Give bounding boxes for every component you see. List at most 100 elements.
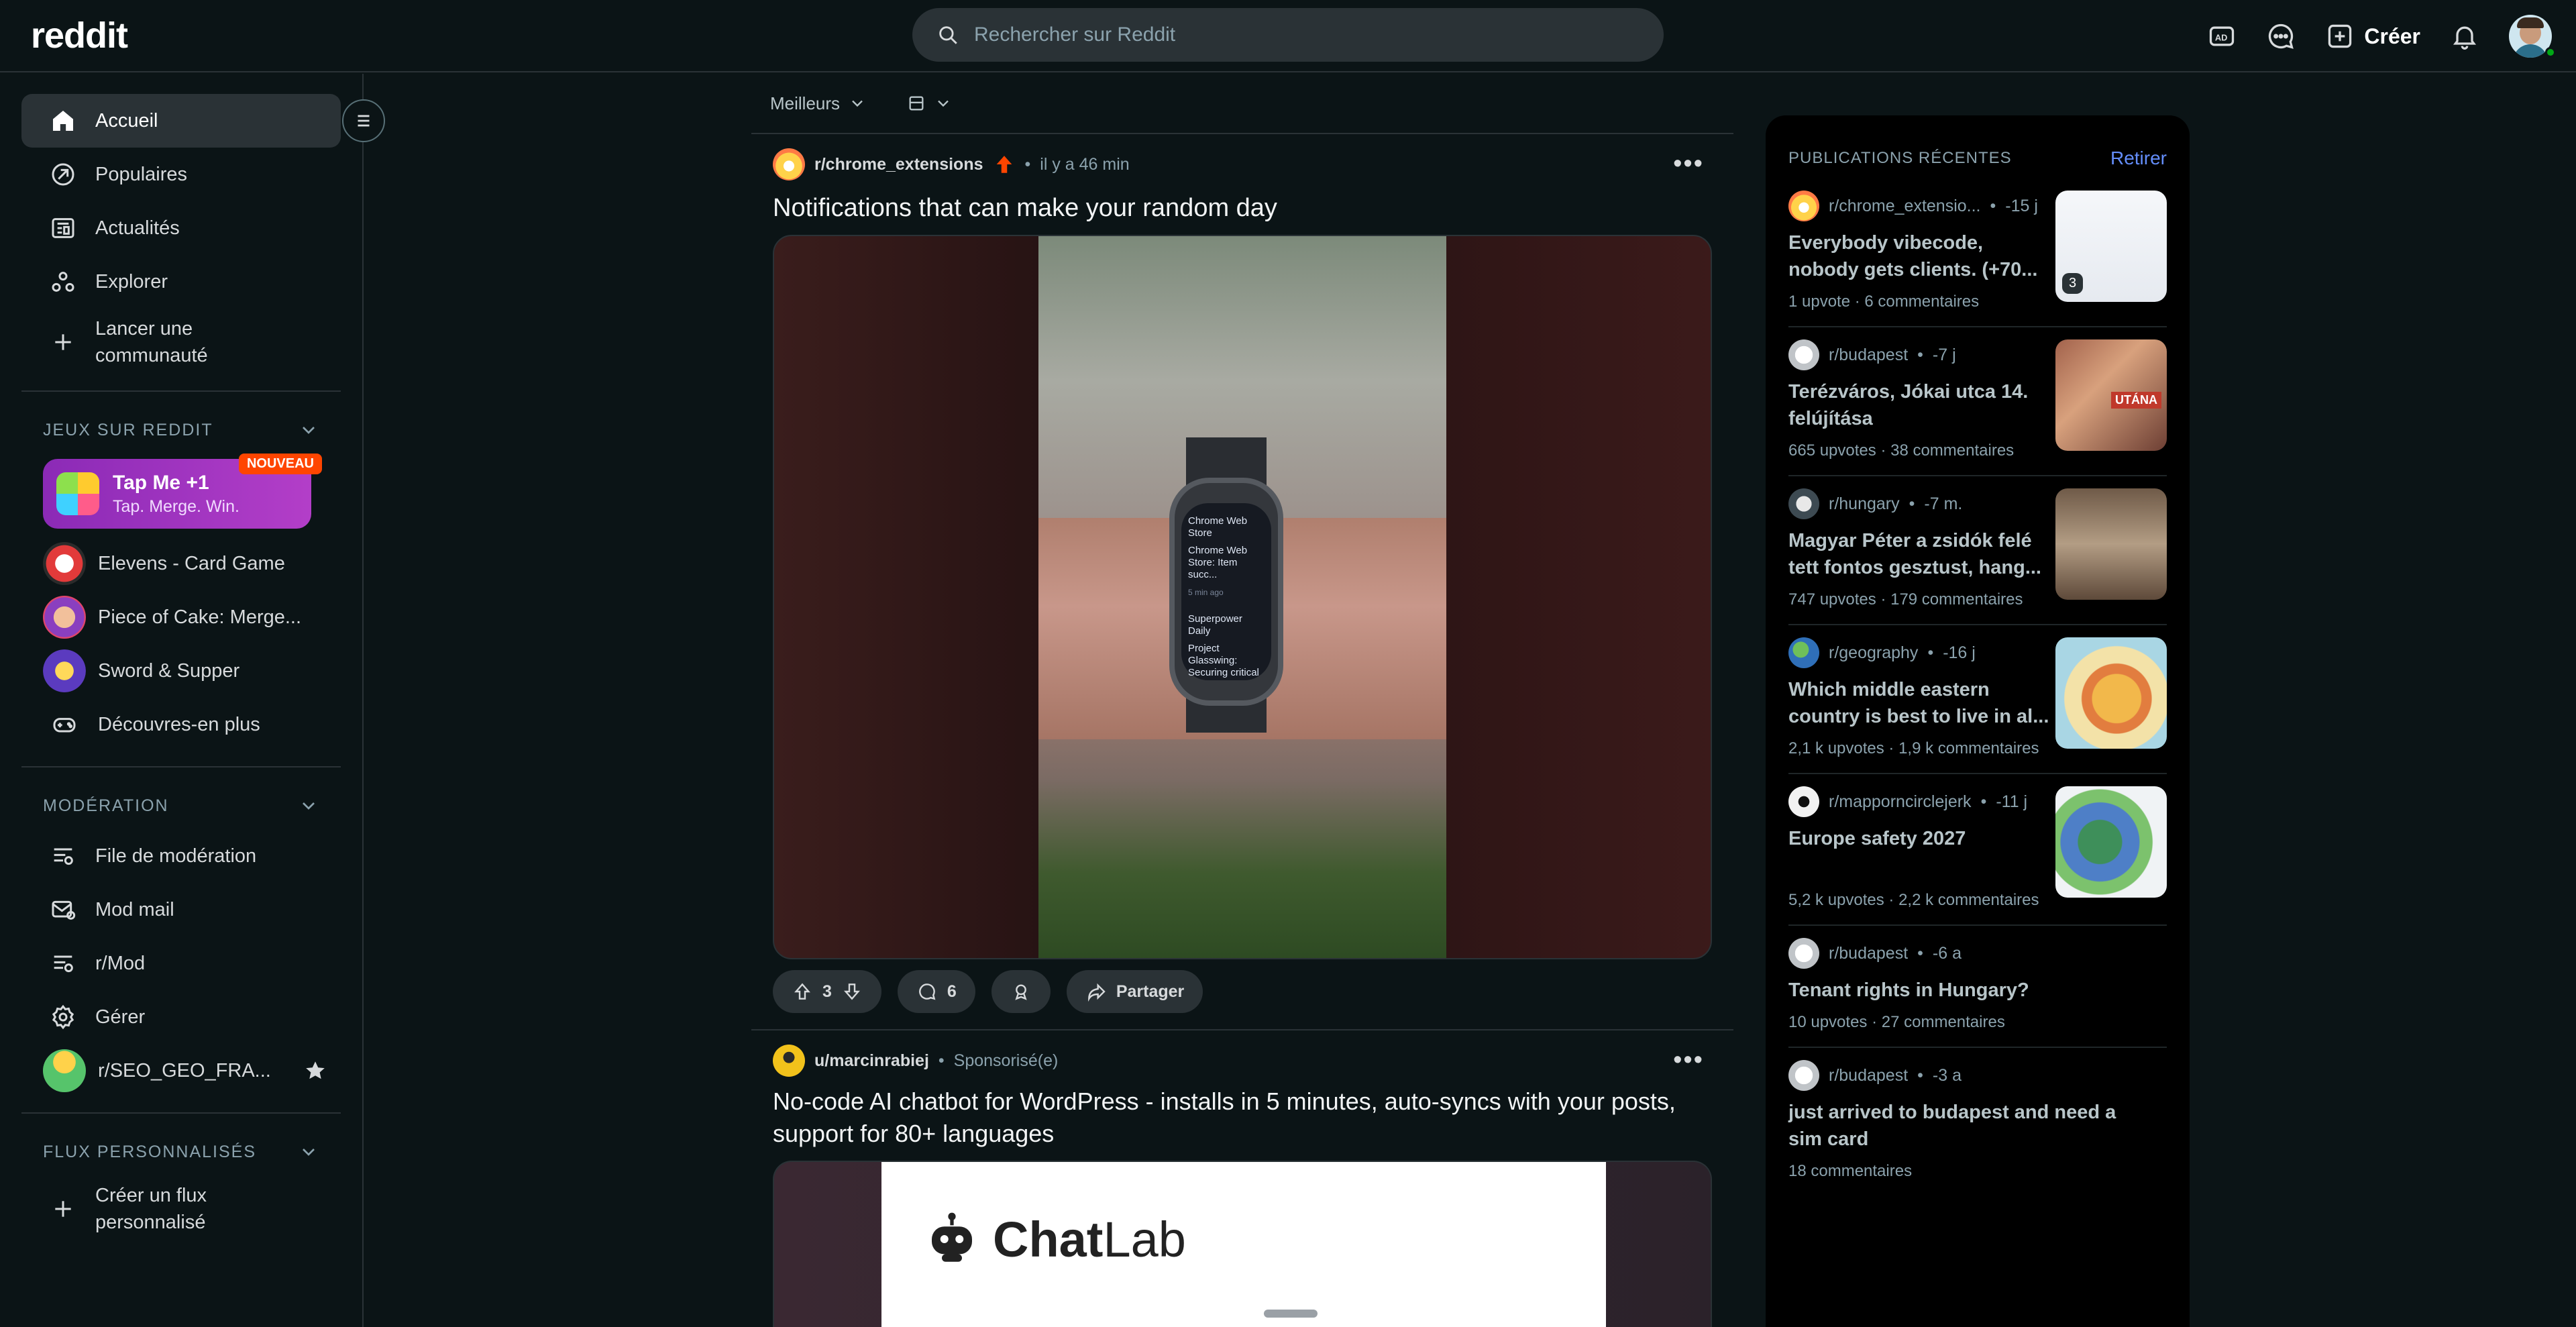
post-options-button[interactable]: ••• — [1673, 1047, 1704, 1073]
nav-popular[interactable]: Populaires — [21, 148, 341, 201]
piece-of-cake-game-icon — [43, 596, 86, 639]
advertise-icon[interactable]: AD — [2207, 21, 2237, 51]
recent-title[interactable]: Tenant rights in Hungary? — [1788, 977, 2137, 1004]
nav-explore[interactable]: Explorer — [21, 255, 341, 309]
recent-title[interactable]: just arrived to budapest and need a sim … — [1788, 1099, 2151, 1153]
recent-title[interactable]: Europe safety 2027 — [1788, 825, 2050, 882]
search-icon — [939, 26, 957, 44]
meta-separator: • — [1927, 643, 1934, 662]
game-item-sword-supper[interactable]: Sword & Supper — [21, 644, 341, 698]
featured-game-card[interactable]: Tap Me +1 Tap. Merge. Win. NOUVEAU — [43, 454, 322, 529]
watch-photo: Chrome Web Store Chrome Web Store: Item … — [1038, 236, 1446, 958]
recent-title[interactable]: Everybody vibecode, nobody gets clients.… — [1788, 229, 2050, 283]
recent-post[interactable]: r/geography • -16 j Which middle eastern c… — [1788, 625, 2167, 774]
meta-separator: • — [1917, 943, 1923, 963]
recent-time: -3 a — [1932, 1065, 1962, 1085]
meta-separator: • — [1980, 792, 1987, 811]
moderation-section-header[interactable]: MODÉRATION — [21, 782, 341, 829]
sort-label: Meilleurs — [770, 93, 841, 113]
chat-icon[interactable] — [2266, 21, 2296, 51]
recent-title[interactable]: Magyar Péter a zsidók felé tett fontos g… — [1788, 527, 2050, 581]
upvote-icon[interactable] — [792, 981, 813, 1002]
subreddit-name[interactable]: r/chrome_extensions — [814, 155, 983, 174]
recent-time: -16 j — [1943, 643, 1976, 662]
subreddit-avatar[interactable] — [773, 148, 805, 180]
search-bar[interactable]: Rechercher sur Reddit — [912, 8, 1664, 62]
search-placeholder[interactable]: Rechercher sur Reddit — [974, 23, 1175, 46]
star-icon[interactable] — [303, 1059, 327, 1083]
award-button[interactable] — [991, 970, 1051, 1013]
create-button[interactable]: Créer — [2325, 21, 2420, 51]
author-avatar[interactable] — [773, 1045, 805, 1077]
custom-feeds-section-header[interactable]: FLUX PERSONNALISÉS — [21, 1128, 341, 1175]
post-title[interactable]: Notifications that can make your random … — [773, 192, 1712, 224]
sword-supper-game-icon — [43, 649, 86, 692]
recent-thumbnail[interactable] — [2055, 786, 2167, 898]
ad-image[interactable]: ChatLab AI Customer Support — [773, 1161, 1712, 1327]
nav-home[interactable]: Accueil — [21, 94, 341, 148]
community-label: r/SEO_GEO_FRA... — [98, 1059, 271, 1081]
nav-mod-queue[interactable]: File de modération — [21, 829, 341, 883]
post-image[interactable]: Chrome Web Store Chrome Web Store: Item … — [773, 235, 1712, 959]
view-mode-dropdown[interactable] — [907, 94, 953, 113]
sponsored-post[interactable]: u/marcinrabiej • Sponsorisé(e) ••• No-co… — [751, 1030, 1733, 1327]
watch-line: Project Glasswing: Securing critical — [1188, 643, 1259, 678]
recent-subreddit[interactable]: r/geography — [1829, 643, 1918, 663]
recent-thumbnail[interactable] — [2055, 637, 2167, 749]
game-item-elevens[interactable]: Elevens - Card Game — [21, 537, 341, 590]
top-bar: reddit Rechercher sur Reddit AD Créer — [0, 0, 2576, 72]
plus-icon — [55, 334, 71, 350]
sort-dropdown[interactable]: Meilleurs — [770, 93, 867, 114]
post-meta: u/marcinrabiej • Sponsorisé(e) — [773, 1044, 1712, 1077]
feed-post[interactable]: r/chrome_extensions • il y a 46 min ••• … — [751, 134, 1733, 1030]
featured-game-subtitle: Tap. Merge. Win. — [113, 496, 239, 516]
watch-screen: Chrome Web Store Chrome Web Store: Item … — [1181, 503, 1271, 680]
recent-title[interactable]: Which middle eastern country is best to … — [1788, 676, 2050, 730]
nav-r-mod[interactable]: r/Mod — [21, 937, 341, 990]
reddit-logo[interactable]: reddit — [31, 15, 128, 56]
recent-thumbnail[interactable] — [2055, 488, 2167, 600]
recent-subreddit[interactable]: r/budapest — [1829, 346, 1908, 365]
recent-title[interactable]: Terézváros, Jókai utca 14. felújítása — [1788, 378, 2050, 432]
nav-community-seo-geo[interactable]: r/SEO_GEO_FRA... — [21, 1044, 341, 1098]
game-item-discover-more[interactable]: Découvres-en plus — [21, 698, 341, 751]
nav-mod-mail[interactable]: Mod mail — [21, 883, 341, 937]
post-title[interactable]: No-code AI chatbot for WordPress - insta… — [773, 1085, 1712, 1150]
recent-thumbnail[interactable]: 3 — [2055, 191, 2167, 302]
recent-post[interactable]: r/budapest • -7 j Terézváros, Jókai utca 1… — [1788, 327, 2167, 476]
subreddit-avatar — [1788, 1060, 1819, 1091]
vote-count: 3 — [822, 981, 832, 1001]
recent-thumbnail[interactable]: UTÁNA — [2055, 339, 2167, 451]
recent-subreddit[interactable]: r/mapporncirclejerk — [1829, 792, 1972, 812]
recent-subreddit[interactable]: r/budapest — [1829, 1066, 1908, 1085]
collapse-sidebar-button[interactable] — [342, 99, 385, 142]
meta-separator: • — [1909, 494, 1915, 513]
game-item-label: Piece of Cake: Merge... — [98, 606, 302, 628]
nav-home-label: Accueil — [95, 109, 158, 131]
recent-post[interactable]: r/budapest • -6 a Tenant rights in Hungary… — [1788, 926, 2167, 1048]
bell-icon[interactable] — [2450, 21, 2479, 51]
recent-post[interactable]: r/hungary • -7 m. Magyar Péter a zsidók fe… — [1788, 476, 2167, 625]
recent-post[interactable]: r/chrome_extensio... • -15 j Everybody vib… — [1788, 178, 2167, 327]
downvote-icon[interactable] — [841, 981, 863, 1002]
comments-button[interactable]: 6 — [897, 970, 975, 1013]
nav-create-custom-feed[interactable]: Créer un flux personnalisé — [21, 1175, 341, 1242]
recent-subreddit[interactable]: r/budapest — [1829, 944, 1908, 963]
watch-line: Chrome Web Store: Item succ... — [1188, 545, 1248, 580]
comment-icon — [919, 984, 936, 1000]
nav-manage[interactable]: Gérer — [21, 990, 341, 1044]
nav-news[interactable]: Actualités — [21, 201, 341, 255]
recent-subreddit[interactable]: r/chrome_extensio... — [1829, 197, 1981, 216]
chatlab-logo: ChatLab — [922, 1209, 1186, 1269]
author-name[interactable]: u/marcinrabiej — [814, 1051, 929, 1071]
post-meta: r/chrome_extensions • il y a 46 min — [773, 148, 1712, 181]
recent-subreddit[interactable]: r/hungary — [1829, 494, 1900, 514]
clear-recent-button[interactable]: Retirer — [2110, 148, 2167, 169]
nav-create-community[interactable]: Lancer une communauté — [21, 309, 341, 376]
recent-post[interactable]: r/mapporncirclejerk • -11 j Europe safety … — [1788, 774, 2167, 926]
share-button[interactable]: Partager — [1066, 970, 1203, 1013]
post-options-button[interactable]: ••• — [1673, 151, 1704, 176]
recent-post[interactable]: r/budapest • -3 a just arrived to budapest… — [1788, 1048, 2167, 1196]
games-section-header[interactable]: JEUX SUR REDDIT — [21, 407, 341, 454]
game-item-piece-of-cake[interactable]: Piece of Cake: Merge... — [21, 590, 341, 644]
